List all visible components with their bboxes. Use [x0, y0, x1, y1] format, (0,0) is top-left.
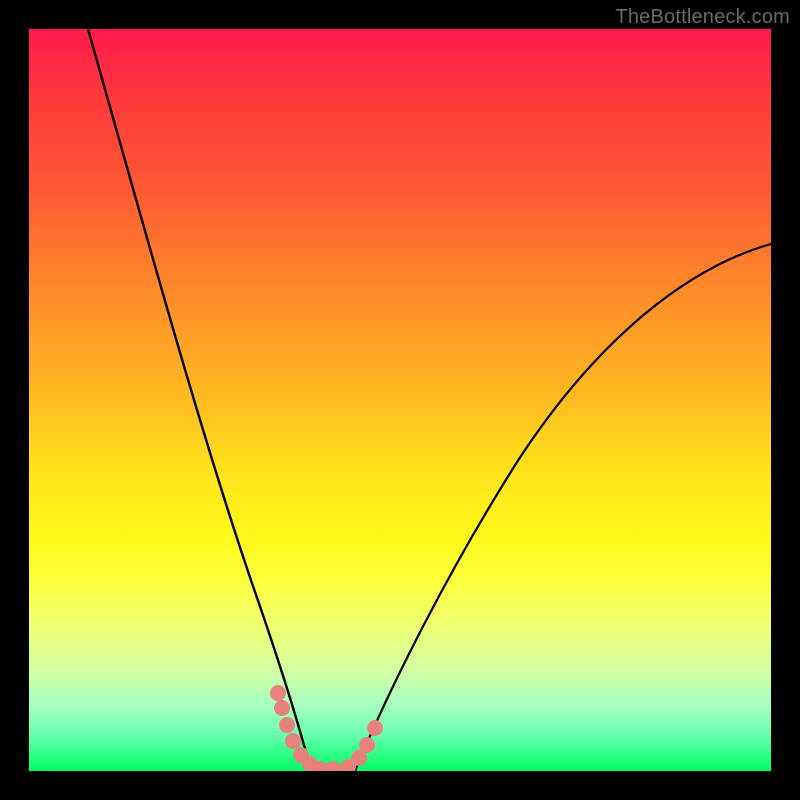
chart-frame: TheBottleneck.com	[0, 0, 800, 800]
watermark-text: TheBottleneck.com	[615, 6, 790, 29]
dotted-overlay	[270, 685, 383, 771]
plot-area	[29, 29, 771, 771]
curve-layer	[29, 29, 771, 771]
left-curve	[88, 29, 311, 771]
right-curve	[355, 244, 771, 771]
